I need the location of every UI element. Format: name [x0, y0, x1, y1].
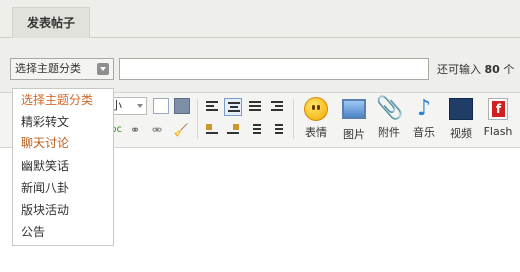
- clear-format-icon[interactable]: 🧹: [172, 121, 190, 139]
- align-left-icon[interactable]: [203, 98, 221, 116]
- dropdown-item[interactable]: 公告: [21, 225, 45, 239]
- attachment-label: 附件: [378, 126, 400, 139]
- align-justify-icon[interactable]: [246, 98, 264, 116]
- emoticon-button[interactable]: 表情: [296, 97, 336, 140]
- tab-post-thread[interactable]: 发表帖子: [12, 7, 90, 39]
- counter-suffix: 个: [503, 63, 515, 76]
- flash-label: Flash: [483, 125, 513, 138]
- topic-category-dropdown: 选择主题分类 精彩转文 聊天讨论 幽默笑话 新闻八卦 版块活动 公告: [12, 88, 114, 246]
- flash-button[interactable]: f Flash: [478, 97, 518, 138]
- tab-bar: 发表帖子: [0, 0, 520, 39]
- table-icon[interactable]: [174, 98, 190, 114]
- float-right-icon[interactable]: [224, 121, 242, 139]
- emoticon-icon: [304, 97, 328, 121]
- ordered-list-icon[interactable]: [246, 121, 264, 139]
- attachment-button[interactable]: 📎 附件: [369, 97, 409, 140]
- unlink-icon[interactable]: ⚮: [148, 121, 166, 139]
- align-right-icon[interactable]: [268, 98, 286, 116]
- dropdown-item[interactable]: 精彩转文: [21, 115, 69, 129]
- image-button[interactable]: 图片: [334, 97, 374, 142]
- dropdown-placeholder[interactable]: 选择主题分类: [21, 93, 93, 107]
- topic-category-select[interactable]: 选择主题分类: [10, 58, 114, 80]
- counter-prefix: 还可输入: [437, 63, 481, 76]
- align-center-icon[interactable]: [224, 98, 242, 116]
- unordered-list-icon[interactable]: [268, 121, 286, 139]
- music-button[interactable]: ♪ 音乐: [404, 97, 444, 140]
- flash-icon: f: [488, 98, 508, 120]
- video-icon: [449, 98, 473, 120]
- counter-value: 80: [484, 63, 500, 76]
- video-button[interactable]: 视频: [441, 97, 481, 141]
- dropdown-item[interactable]: 版块活动: [21, 203, 69, 217]
- chevron-down-icon: [137, 104, 143, 108]
- chevron-down-icon: [97, 63, 109, 75]
- link-icon[interactable]: ⚭: [126, 121, 144, 139]
- attachment-icon: 📎: [376, 96, 404, 121]
- music-label: 音乐: [413, 126, 435, 139]
- subject-input[interactable]: [119, 58, 429, 80]
- image-label: 图片: [343, 128, 365, 141]
- dropdown-item-selected[interactable]: 聊天讨论: [21, 136, 69, 150]
- image-icon: [342, 99, 366, 119]
- music-icon: ♪: [416, 96, 432, 121]
- float-left-icon[interactable]: [203, 121, 221, 139]
- char-counter: 还可输入 80 个: [437, 61, 514, 77]
- topic-category-label: 选择主题分类: [15, 62, 81, 75]
- dropdown-item[interactable]: 新闻八卦: [21, 181, 69, 195]
- dropdown-item[interactable]: 幽默笑话: [21, 159, 69, 173]
- emoticon-label: 表情: [305, 126, 327, 139]
- subject-row: 选择主题分类 还可输入 80 个: [0, 38, 520, 92]
- text-box-icon[interactable]: [153, 98, 169, 114]
- video-label: 视频: [450, 127, 472, 140]
